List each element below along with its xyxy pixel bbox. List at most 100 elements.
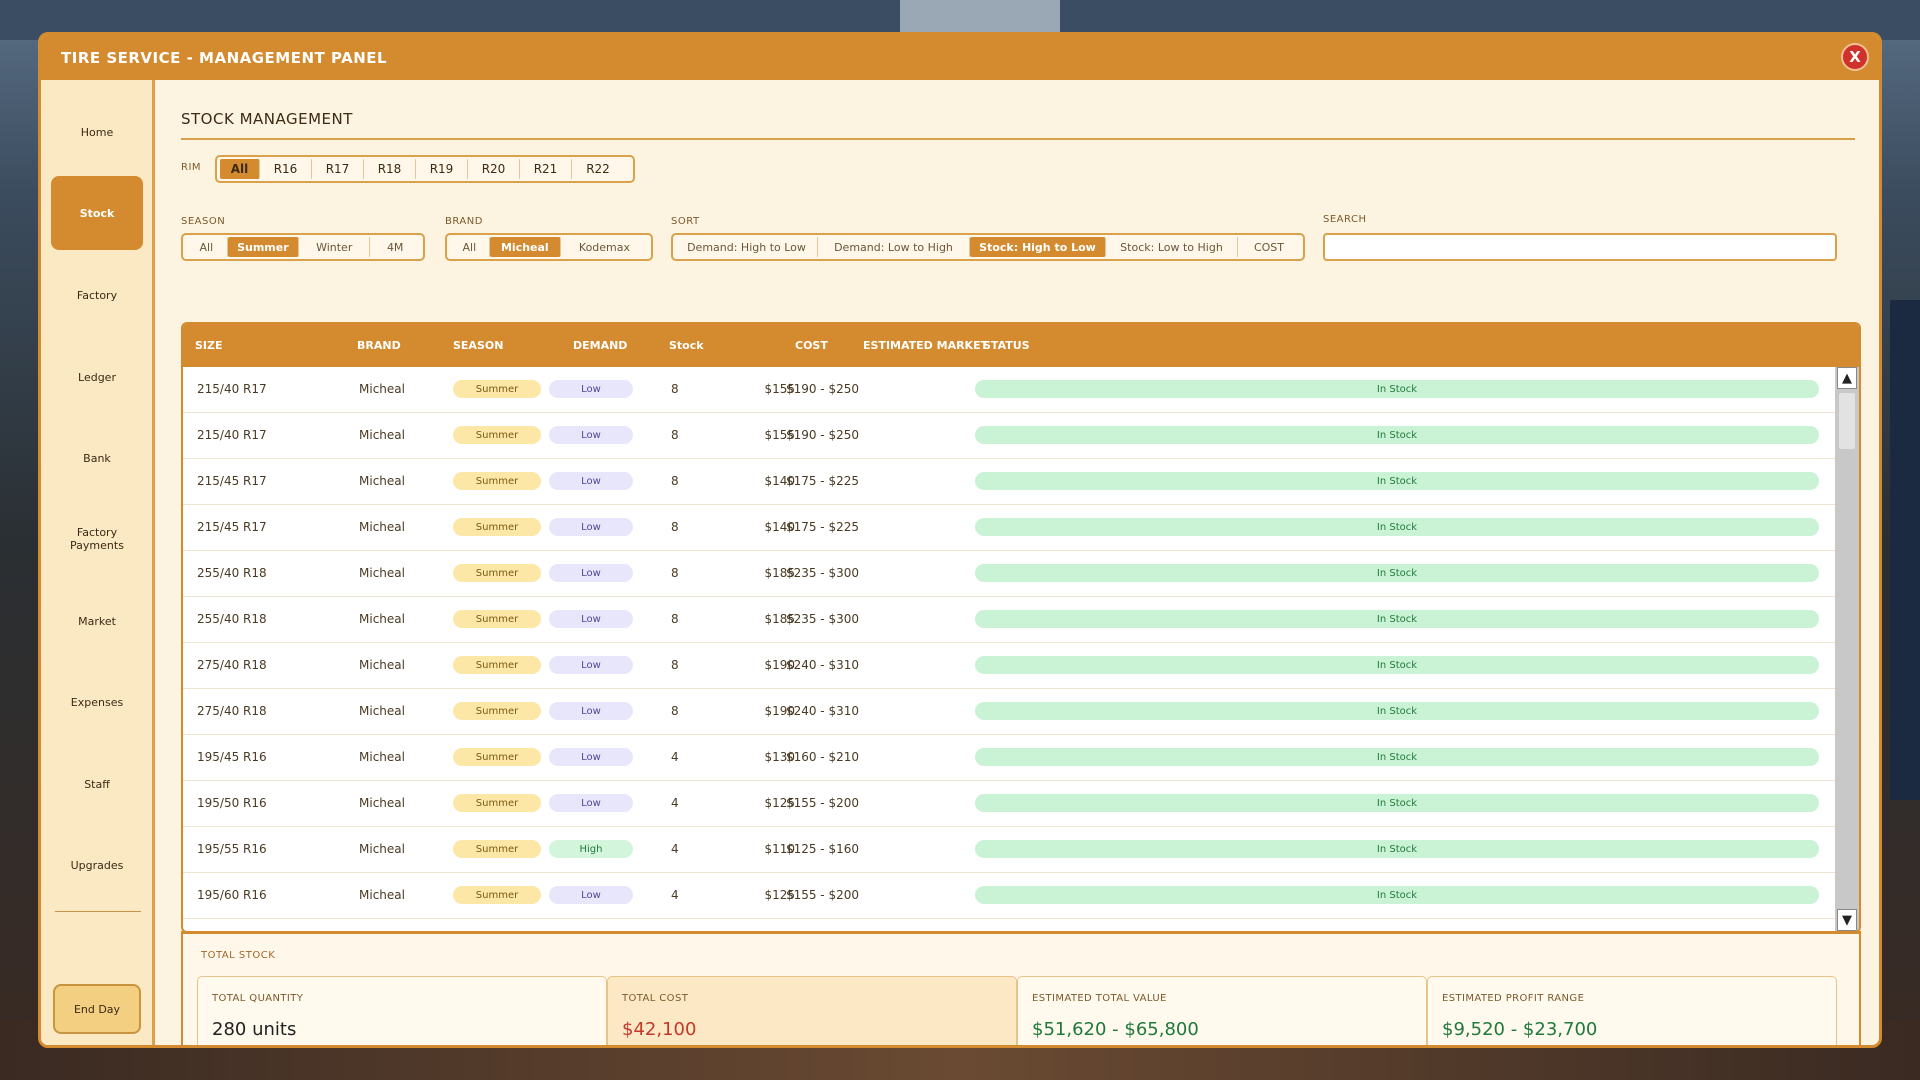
end-day-button[interactable]: End Day bbox=[53, 984, 141, 1034]
sidebar-item-ledger[interactable]: Ledger bbox=[51, 340, 143, 414]
cell-size: 255/40 R18 bbox=[197, 566, 267, 580]
season-label: SEASON bbox=[181, 216, 226, 227]
table-row[interactable]: 255/40 R18 Micheal Summer Low 8 $185 $235 - $3… bbox=[183, 551, 1835, 597]
sort-option-stock-high-low[interactable]: Stock: High to Low bbox=[970, 237, 1106, 257]
rim-option-all[interactable]: All bbox=[220, 159, 260, 179]
cell-season: Summer bbox=[453, 702, 541, 720]
cell-market: $235 - $300 bbox=[785, 612, 859, 626]
column-header-stock[interactable]: Stock bbox=[669, 339, 704, 352]
table-row[interactable]: 215/40 R17 Micheal Summer Low 8 $155 $190 - $2… bbox=[183, 367, 1835, 413]
brand-option-kodemax[interactable]: Kodemax bbox=[561, 237, 648, 257]
close-button[interactable]: X bbox=[1841, 43, 1869, 71]
table-scrollbar[interactable]: ▲ ▼ bbox=[1835, 367, 1859, 931]
cell-stock: 8 bbox=[671, 474, 679, 488]
management-panel-window: TIRE SERVICE - MANAGEMENT PANEL X Home S… bbox=[38, 32, 1882, 1048]
sidebar-item-staff[interactable]: Staff bbox=[51, 747, 143, 821]
column-header-brand[interactable]: BRAND bbox=[357, 339, 401, 352]
sidebar-divider bbox=[55, 911, 141, 912]
sort-filter: Demand: High to Low Demand: Low to High … bbox=[671, 233, 1305, 261]
rim-option-r17[interactable]: R17 bbox=[312, 159, 364, 179]
cell-brand: Micheal bbox=[359, 888, 405, 902]
cell-brand: Micheal bbox=[359, 704, 405, 718]
column-header-estimated-market[interactable]: ESTIMATED MARKET bbox=[863, 339, 988, 352]
rim-option-r16[interactable]: R16 bbox=[260, 159, 312, 179]
column-header-status[interactable]: STATUS bbox=[983, 339, 1030, 352]
sidebar-item-stock[interactable]: Stock bbox=[51, 176, 143, 250]
table-row[interactable]: 195/50 R16 Micheal Summer Low 4 $125 $155 - $2… bbox=[183, 781, 1835, 827]
sidebar-item-market[interactable]: Market bbox=[51, 584, 143, 658]
season-option-all[interactable]: All bbox=[186, 237, 228, 257]
cell-status: In Stock bbox=[975, 840, 1819, 858]
cell-size: 215/40 R17 bbox=[197, 382, 267, 396]
sidebar-item-bank[interactable]: Bank bbox=[51, 421, 143, 495]
sidebar-item-upgrades[interactable]: Upgrades bbox=[51, 828, 143, 902]
sort-option-cost[interactable]: COST bbox=[1238, 237, 1300, 257]
cell-demand: Low bbox=[549, 564, 633, 582]
sidebar-item-expenses[interactable]: Expenses bbox=[51, 665, 143, 739]
table-header: SIZE BRAND SEASON DEMAND Stock COST ESTI… bbox=[183, 324, 1859, 367]
column-header-size[interactable]: SIZE bbox=[195, 339, 223, 352]
table-row[interactable]: 215/40 R17 Micheal Summer Low 8 $155 $190 - $2… bbox=[183, 413, 1835, 459]
cell-status: In Stock bbox=[975, 656, 1819, 674]
cell-market: $240 - $310 bbox=[785, 658, 859, 672]
cell-demand: Low bbox=[549, 610, 633, 628]
season-option-4m[interactable]: 4M bbox=[370, 237, 420, 257]
cell-market: $125 - $160 bbox=[785, 842, 859, 856]
cell-size: 195/55 R16 bbox=[197, 842, 267, 856]
column-header-cost[interactable]: COST bbox=[795, 339, 828, 352]
rim-option-r19[interactable]: R19 bbox=[416, 159, 468, 179]
cell-stock: 4 bbox=[671, 888, 679, 902]
cell-brand: Micheal bbox=[359, 658, 405, 672]
sidebar-item-label: Stock bbox=[79, 206, 115, 220]
rim-option-r22[interactable]: R22 bbox=[572, 159, 624, 179]
cell-status: In Stock bbox=[975, 610, 1819, 628]
cell-market: $175 - $225 bbox=[785, 474, 859, 488]
total-cost-card: TOTAL COST $42,100 bbox=[607, 976, 1017, 1045]
sidebar-item-factory-payments[interactable]: Factory Payments bbox=[51, 502, 143, 576]
brand-filter: All Micheal Kodemax bbox=[445, 233, 653, 261]
table-row[interactable]: 275/40 R18 Micheal Summer Low 8 $190 $240 - $3… bbox=[183, 643, 1835, 689]
table-row[interactable]: 215/45 R17 Micheal Summer Low 8 $140 $175 - $2… bbox=[183, 505, 1835, 551]
season-option-winter[interactable]: Winter bbox=[299, 237, 371, 257]
cell-demand: Low bbox=[549, 380, 633, 398]
cell-brand: Micheal bbox=[359, 612, 405, 626]
cell-status: In Stock bbox=[975, 380, 1819, 398]
table-row[interactable]: 255/40 R18 Micheal Summer Low 8 $185 $235 - $3… bbox=[183, 597, 1835, 643]
column-header-demand[interactable]: DEMAND bbox=[573, 339, 627, 352]
rim-option-r20[interactable]: R20 bbox=[468, 159, 520, 179]
table-row[interactable]: 195/55 R16 Micheal Summer High 4 $110 $125 - $… bbox=[183, 827, 1835, 873]
table-row[interactable]: 215/45 R17 Micheal Summer Low 8 $140 $175 - $2… bbox=[183, 459, 1835, 505]
scroll-up-icon[interactable]: ▲ bbox=[1837, 367, 1857, 389]
cell-size: 195/45 R16 bbox=[197, 750, 267, 764]
rim-label: RIM bbox=[181, 162, 202, 173]
sidebar-item-label: Home bbox=[80, 125, 114, 139]
cell-season: Summer bbox=[453, 610, 541, 628]
season-option-summer[interactable]: Summer bbox=[227, 237, 300, 257]
sort-option-demand-high-low[interactable]: Demand: High to Low bbox=[676, 237, 818, 257]
scroll-down-icon[interactable]: ▼ bbox=[1837, 909, 1857, 931]
cell-market: $155 - $200 bbox=[785, 888, 859, 902]
sidebar-item-factory[interactable]: Factory bbox=[51, 258, 143, 332]
column-header-season[interactable]: SEASON bbox=[453, 339, 503, 352]
brand-option-micheal[interactable]: Micheal bbox=[489, 237, 561, 257]
brand-option-all[interactable]: All bbox=[450, 237, 490, 257]
card-label: ESTIMATED TOTAL VALUE bbox=[1032, 993, 1167, 1004]
total-stock-panel: TOTAL STOCK TOTAL QUANTITY 280 units TOT… bbox=[181, 931, 1861, 1045]
cell-size: 215/45 R17 bbox=[197, 520, 267, 534]
card-label: TOTAL QUANTITY bbox=[212, 993, 304, 1004]
cell-size: 215/40 R17 bbox=[197, 428, 267, 442]
cell-brand: Micheal bbox=[359, 428, 405, 442]
cell-season: Summer bbox=[453, 426, 541, 444]
table-row[interactable]: 195/60 R16 Micheal Summer Low 4 $125 $155 - $2… bbox=[183, 873, 1835, 919]
sidebar-item-home[interactable]: Home bbox=[51, 95, 143, 169]
rim-option-r18[interactable]: R18 bbox=[364, 159, 416, 179]
cell-demand: Low bbox=[549, 794, 633, 812]
table-row[interactable]: 195/45 R16 Micheal Summer Low 4 $130 $160 - $2… bbox=[183, 735, 1835, 781]
sort-option-stock-low-high[interactable]: Stock: Low to High bbox=[1106, 237, 1238, 257]
table-row[interactable]: 275/40 R18 Micheal Summer Low 8 $190 $240 - $3… bbox=[183, 689, 1835, 735]
window-title: TIRE SERVICE - MANAGEMENT PANEL bbox=[61, 48, 388, 67]
search-input[interactable] bbox=[1323, 233, 1837, 261]
sort-option-demand-low-high[interactable]: Demand: Low to High bbox=[818, 237, 970, 257]
scrollbar-thumb[interactable] bbox=[1839, 393, 1855, 449]
rim-option-r21[interactable]: R21 bbox=[520, 159, 572, 179]
